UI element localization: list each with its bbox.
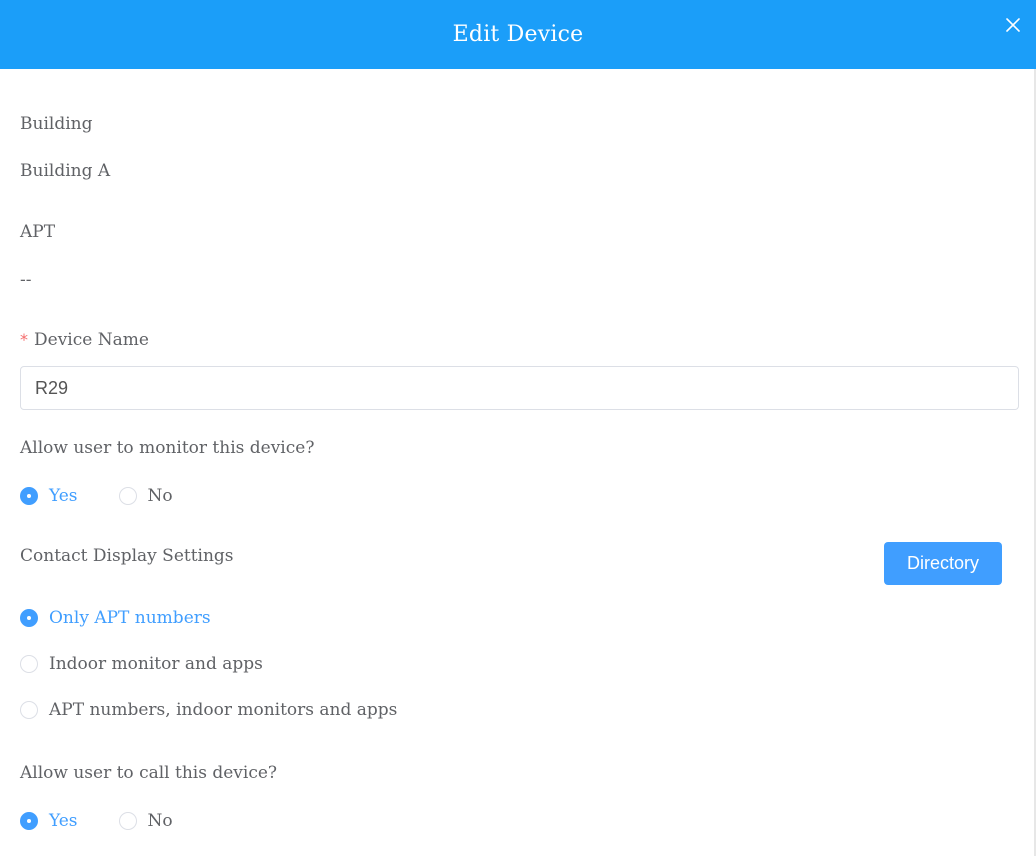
call-radio-group: Yes No xyxy=(20,811,173,831)
dialog-header: Edit Device xyxy=(0,0,1036,69)
close-button[interactable] xyxy=(1004,16,1022,34)
monitor-radio-group: Yes No xyxy=(20,486,173,506)
contact-option-label: APT numbers, indoor monitors and apps xyxy=(49,700,398,720)
monitor-radio-yes[interactable]: Yes xyxy=(20,486,78,506)
edit-device-dialog: Edit Device Building Building A APT -- *… xyxy=(0,0,1036,856)
contact-radio-indoor-apps[interactable]: Indoor monitor and apps xyxy=(20,654,263,674)
apt-label: APT xyxy=(20,222,56,242)
building-label: Building xyxy=(20,114,93,134)
radio-checked-icon xyxy=(20,487,38,505)
device-name-label-text: Device Name xyxy=(34,330,149,350)
contact-option-label: Indoor monitor and apps xyxy=(49,654,263,674)
contact-display-option-2: Indoor monitor and apps xyxy=(20,654,263,674)
monitor-no-label: No xyxy=(147,486,173,506)
monitor-yes-label: Yes xyxy=(49,486,78,506)
device-name-value: R29 xyxy=(35,377,69,398)
monitor-label: Allow user to monitor this device? xyxy=(20,438,315,458)
dialog-title: Edit Device xyxy=(452,22,584,47)
contact-radio-only-apt[interactable]: Only APT numbers xyxy=(20,608,211,628)
radio-unchecked-icon xyxy=(20,701,38,719)
building-value: Building A xyxy=(20,161,111,181)
contact-display-option-1: Only APT numbers xyxy=(20,608,211,628)
contact-radio-all[interactable]: APT numbers, indoor monitors and apps xyxy=(20,700,397,720)
radio-unchecked-icon xyxy=(118,487,137,505)
radio-checked-icon xyxy=(20,609,38,627)
call-yes-label: Yes xyxy=(49,811,78,831)
call-label: Allow user to call this device? xyxy=(20,763,278,783)
close-icon xyxy=(1006,18,1020,32)
required-mark: * xyxy=(20,330,28,349)
apt-value: -- xyxy=(20,270,32,290)
contact-option-label: Only APT numbers xyxy=(49,608,211,628)
contact-display-option-3: APT numbers, indoor monitors and apps xyxy=(20,700,397,720)
monitor-radio-no[interactable]: No xyxy=(118,486,173,506)
radio-unchecked-icon xyxy=(20,655,38,673)
device-name-label: * Device Name xyxy=(20,330,149,350)
device-name-input[interactable]: R29 xyxy=(20,366,1019,410)
directory-button[interactable]: Directory xyxy=(884,542,1002,585)
call-no-label: No xyxy=(147,811,173,831)
call-radio-yes[interactable]: Yes xyxy=(20,811,78,831)
radio-checked-icon xyxy=(20,812,38,830)
call-radio-no[interactable]: No xyxy=(118,811,173,831)
radio-unchecked-icon xyxy=(118,812,137,830)
contact-display-label: Contact Display Settings xyxy=(20,546,234,566)
